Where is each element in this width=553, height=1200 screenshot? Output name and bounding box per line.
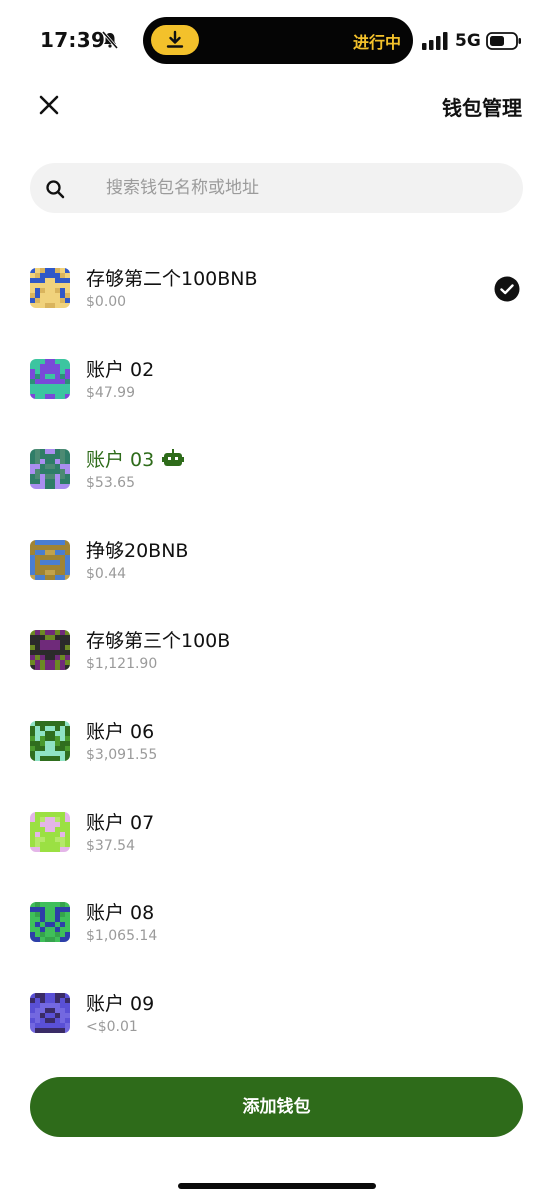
wallet-name: 账户 07 — [86, 811, 155, 834]
battery-icon — [486, 32, 521, 50]
dynamic-island: 进行中 — [143, 17, 413, 64]
wallet-avatar — [30, 358, 70, 399]
selected-check-icon — [494, 276, 520, 302]
close-icon[interactable] — [36, 92, 62, 118]
wallet-balance: $1,121.90 — [86, 656, 158, 673]
search-input[interactable] — [106, 163, 506, 213]
wallet-item[interactable]: 账户 09 <$0.01 — [0, 965, 553, 1056]
wallet-name: 账户 06 — [86, 720, 155, 743]
wallet-avatar — [30, 992, 70, 1033]
wallet-avatar — [30, 630, 70, 671]
wallet-item[interactable]: 账户 03 $53.65 — [0, 421, 553, 512]
wallet-avatar — [30, 902, 70, 943]
wallet-name: 账户 02 — [86, 358, 155, 381]
wallet-avatar — [30, 539, 70, 580]
search-bar[interactable] — [30, 163, 523, 213]
wallet-name: 账户 08 — [86, 902, 155, 925]
wallet-name: 账户 03 — [86, 449, 155, 472]
wallet-name: 挣够20BNB — [86, 539, 189, 562]
wallet-name: 存够第二个100BNB — [86, 268, 258, 290]
wallet-name: 存够第三个100B — [86, 630, 231, 653]
wallet-item[interactable]: 账户 02 $47.99 — [0, 331, 553, 422]
bell-muted-icon — [101, 31, 119, 49]
download-progress-pill[interactable] — [151, 25, 199, 55]
add-wallet-button[interactable]: 添加钱包 — [30, 1077, 523, 1137]
wallet-item[interactable]: 挣够20BNB $0.44 — [0, 512, 553, 603]
clock: 17:39 — [40, 28, 106, 52]
robot-icon — [162, 448, 185, 466]
download-icon — [166, 30, 184, 48]
status-bar: 17:39 进行中 5G — [0, 0, 553, 84]
wallet-list: 存够第二个100BNB $0.00 账户 02 $47.99 账户 03 $53… — [0, 240, 553, 1055]
home-indicator — [178, 1183, 376, 1189]
wallet-name-row: 账户 03 — [86, 445, 185, 472]
page-title: 钱包管理 — [442, 96, 522, 120]
wallet-item[interactable]: 存够第二个100BNB $0.00 — [0, 240, 553, 331]
wallet-balance: $47.99 — [86, 384, 135, 401]
wallet-balance: <$0.01 — [86, 1018, 138, 1035]
wallet-name: 账户 09 — [86, 992, 155, 1015]
signal-icon — [422, 32, 448, 50]
wallet-avatar — [30, 811, 70, 852]
wallet-balance: $1,065.14 — [86, 928, 158, 945]
wallet-item[interactable]: 账户 08 $1,065.14 — [0, 874, 553, 965]
wallet-balance: $0.00 — [86, 294, 127, 310]
wallet-item[interactable]: 账户 07 $37.54 — [0, 784, 553, 875]
network-type: 5G — [455, 31, 481, 51]
wallet-avatar — [30, 449, 70, 490]
wallet-balance: $53.65 — [86, 475, 135, 492]
wallet-balance: $3,091.55 — [86, 746, 158, 763]
wallet-avatar — [30, 720, 70, 761]
wallet-item[interactable]: 账户 06 $3,091.55 — [0, 693, 553, 784]
progress-status-text: 进行中 — [352, 33, 401, 52]
wallet-item[interactable]: 存够第三个100B $1,121.90 — [0, 602, 553, 693]
wallet-balance: $0.44 — [86, 565, 127, 582]
wallet-balance: $37.54 — [86, 837, 135, 854]
search-icon — [46, 180, 65, 199]
wallet-avatar — [30, 268, 70, 308]
